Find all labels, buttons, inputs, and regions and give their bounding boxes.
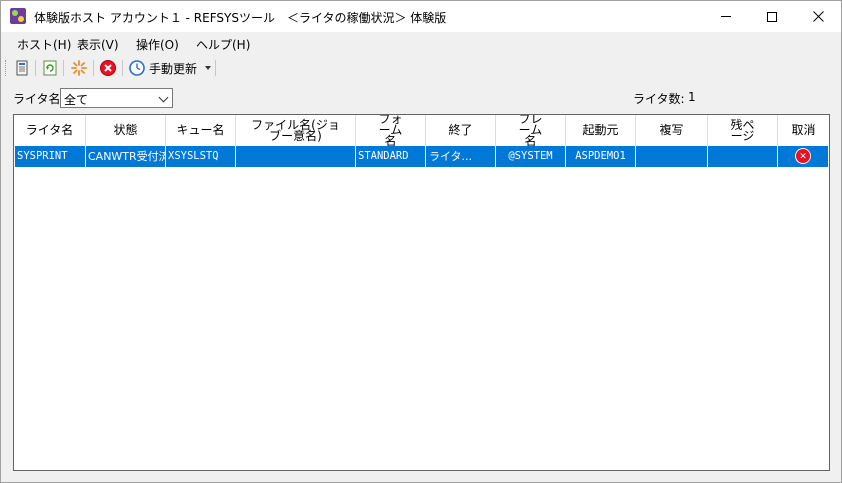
close-icon — [812, 11, 824, 22]
menu-host[interactable]: ホスト(H) — [17, 36, 71, 53]
cell-writer: SYSPRINT — [15, 146, 86, 167]
toolbar-grip — [5, 60, 7, 76]
refresh-mode-label[interactable]: 手動更新 — [149, 60, 197, 77]
menu-view[interactable]: 表示(V) — [77, 36, 119, 53]
cell-form: STANDARD — [356, 146, 426, 167]
column-header-queue[interactable]: キュー名 — [166, 115, 236, 146]
toolbar-separator — [122, 60, 123, 76]
cell-file — [236, 146, 356, 167]
app-icon — [10, 8, 26, 24]
column-header-cancel[interactable]: 取消 — [778, 115, 829, 146]
cell-remaining — [708, 146, 778, 167]
clock-icon[interactable] — [128, 59, 146, 77]
menu-help[interactable]: ヘルプ(H) — [196, 36, 250, 53]
cell-frame: @SYSTEM — [496, 146, 566, 167]
maximize-button[interactable] — [749, 1, 795, 32]
writer-filter-select[interactable]: 全て — [60, 88, 173, 108]
cancel-icon[interactable]: ✕ — [795, 148, 811, 164]
cell-cancel: ✕ — [778, 146, 828, 167]
chevron-down-icon — [158, 92, 169, 103]
stop-icon[interactable] — [99, 59, 117, 77]
column-header-remaining[interactable]: 残ページ — [708, 115, 778, 146]
chevron-down-icon[interactable] — [205, 66, 211, 70]
minimize-button[interactable] — [703, 1, 749, 32]
maximize-icon — [767, 11, 777, 22]
writer-count-value: 1 — [688, 90, 696, 104]
toolbar — [1, 56, 841, 80]
column-header-frame[interactable]: フレーム名 — [496, 115, 566, 146]
table-row[interactable]: SYSPRINT CANWTR受付済 XSYSLSTQ STANDARD ライタ… — [15, 146, 828, 167]
title-bar: 体験版ホスト アカウント１ - REFSYSツール ＜ライタの稼働状況＞ 体験版 — [1, 1, 841, 32]
writer-filter-value: 全て — [64, 93, 89, 107]
writer-count-label: ライタ数: — [633, 92, 685, 106]
column-header-end[interactable]: 終了 — [426, 115, 496, 146]
cell-copies — [636, 146, 708, 167]
cell-status: CANWTR受付済 — [86, 146, 166, 167]
writer-table: ライタ名 状態 キュー名 ファイル名(ジョブー意名) フォーム名 終了 フレーム… — [13, 114, 830, 471]
window-title: 体験版ホスト アカウント１ - REFSYSツール ＜ライタの稼働状況＞ 体験版 — [34, 11, 447, 25]
writer-filter-label: ライタ名 — [13, 92, 61, 106]
column-header-file[interactable]: ファイル名(ジョブー意名) — [236, 115, 356, 146]
close-button[interactable] — [795, 1, 841, 32]
menu-operation[interactable]: 操作(O) — [136, 36, 179, 53]
toolbar-separator — [35, 60, 36, 76]
column-header-status[interactable]: 状態 — [86, 115, 166, 146]
column-header-copies[interactable]: 複写 — [636, 115, 708, 146]
column-header-writer[interactable]: ライタ名 — [14, 115, 86, 146]
toolbar-separator — [215, 60, 216, 76]
settings-burst-icon[interactable] — [70, 59, 88, 77]
toolbar-separator — [93, 60, 94, 76]
cell-queue: XSYSLSTQ — [166, 146, 236, 167]
table-header: ライタ名 状態 キュー名 ファイル名(ジョブー意名) フォーム名 終了 フレーム… — [14, 115, 829, 146]
minimize-icon — [721, 16, 731, 17]
cell-origin: ASPDEMO1 — [566, 146, 636, 167]
menu-bar: ホスト(H) 表示(V) 操作(O) ヘルプ(H) — [1, 33, 841, 54]
main-window: 体験版ホスト アカウント１ - REFSYSツール ＜ライタの稼働状況＞ 体験版… — [0, 0, 842, 483]
cell-end: ライタ... — [426, 146, 496, 167]
toolbar-separator — [63, 60, 64, 76]
column-header-origin[interactable]: 起動元 — [566, 115, 636, 146]
refresh-icon[interactable] — [41, 59, 59, 77]
column-header-form[interactable]: フォーム名 — [356, 115, 426, 146]
document-icon[interactable] — [13, 59, 31, 77]
